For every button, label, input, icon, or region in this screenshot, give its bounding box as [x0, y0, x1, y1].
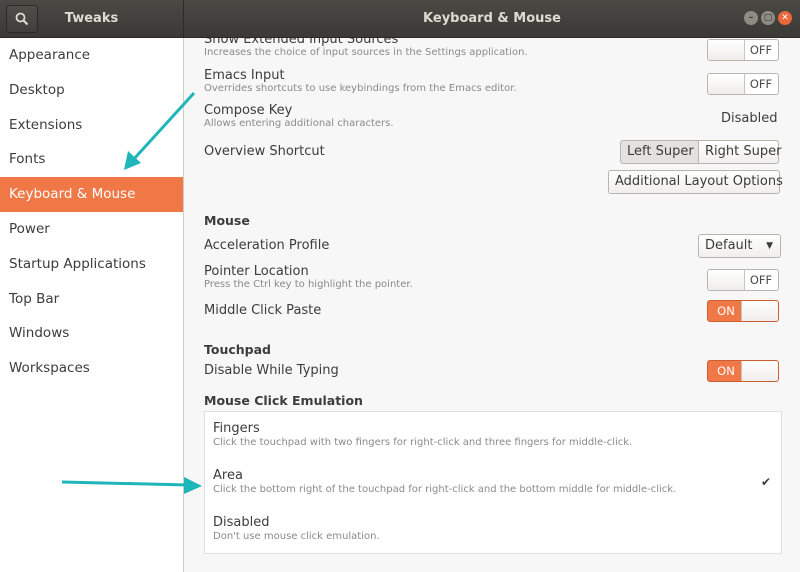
emacs-desc: Overrides shortcuts to use keybindings f…: [204, 83, 517, 94]
switch-knob: [708, 74, 745, 94]
option-title: Disabled: [213, 515, 270, 530]
sidebar-item-workspaces[interactable]: Workspaces: [0, 351, 183, 386]
switch-state: OFF: [749, 273, 773, 287]
switch-state: OFF: [749, 43, 773, 57]
switch-knob: [741, 301, 778, 321]
sidebar-item-keyboard-mouse[interactable]: Keyboard & Mouse: [0, 177, 183, 212]
switch-state: ON: [717, 364, 735, 378]
switch-state: ON: [717, 304, 735, 318]
disable-typing-label: Disable While Typing: [204, 363, 339, 378]
sidebar-item-desktop[interactable]: Desktop: [0, 73, 183, 108]
left-super-button[interactable]: Left Super: [620, 140, 699, 164]
search-button[interactable]: [6, 5, 38, 33]
search-icon: [15, 12, 29, 26]
show-extended-label: Show Extended Input Sources: [204, 38, 399, 47]
switch-knob: [741, 361, 778, 381]
sidebar-item-fonts[interactable]: Fonts: [0, 142, 183, 177]
sidebar-item-appearance[interactable]: Appearance: [0, 38, 183, 73]
pointer-switch[interactable]: OFF: [707, 269, 779, 291]
pointer-label: Pointer Location: [204, 264, 309, 279]
accel-value: Default: [705, 238, 753, 253]
option-desc: Click the bottom right of the touchpad f…: [213, 484, 677, 495]
middle-click-row: Middle Click Paste: [204, 303, 321, 318]
emacs-label: Emacs Input: [204, 68, 285, 83]
disable-typing-row: Disable While Typing: [204, 363, 339, 378]
close-icon[interactable]: ✕: [778, 11, 792, 25]
sidebar-item-windows[interactable]: Windows: [0, 316, 183, 351]
header-bar: Tweaks Keyboard & Mouse – □ ✕: [0, 0, 800, 38]
maximize-icon[interactable]: □: [761, 11, 775, 25]
show-extended-row: Show Extended Input Sources Increases th…: [204, 38, 528, 58]
option-desc: Don't use mouse click emulation.: [213, 531, 380, 542]
window-controls: – □ ✕: [744, 11, 792, 25]
mouse-section-title: Mouse: [204, 213, 250, 228]
compose-desc: Allows entering additional characters.: [204, 118, 394, 129]
emulation-option-disabled[interactable]: Disabled Don't use mouse click emulation…: [213, 515, 380, 542]
right-super-button[interactable]: Right Super: [699, 140, 781, 164]
sidebar-item-extensions[interactable]: Extensions: [0, 108, 183, 143]
mouse-click-emulation-title: Mouse Click Emulation: [204, 393, 363, 408]
accel-label: Acceleration Profile: [204, 238, 330, 253]
option-title: Area: [213, 468, 243, 483]
compose-row: Compose Key Allows entering additional c…: [204, 103, 394, 129]
middle-click-switch[interactable]: ON: [707, 300, 779, 322]
switch-state: OFF: [749, 77, 773, 91]
pointer-row: Pointer Location Press the Ctrl key to h…: [204, 264, 413, 290]
emacs-row: Emacs Input Overrides shortcuts to use k…: [204, 68, 517, 94]
app-title: Tweaks: [64, 11, 119, 26]
option-desc: Click the touchpad with two fingers for …: [213, 437, 633, 448]
sidebar: Appearance Desktop Extensions Fonts Keyb…: [0, 38, 184, 572]
switch-knob: [708, 270, 745, 290]
emulation-option-area[interactable]: Area Click the bottom right of the touch…: [213, 468, 676, 495]
accel-dropdown[interactable]: Default ▼: [698, 234, 781, 258]
pointer-desc: Press the Ctrl key to highlight the poin…: [204, 279, 413, 290]
emulation-option-fingers[interactable]: Fingers Click the touchpad with two fing…: [213, 421, 632, 448]
sidebar-item-top-bar[interactable]: Top Bar: [0, 282, 183, 317]
settings-panel: Show Extended Input Sources Increases th…: [184, 38, 800, 572]
sidebar-item-startup-applications[interactable]: Startup Applications: [0, 247, 183, 282]
click-emulation-list: Fingers Click the touchpad with two fing…: [204, 411, 782, 554]
compose-value[interactable]: Disabled: [721, 111, 777, 126]
accel-row: Acceleration Profile: [204, 238, 329, 253]
option-title: Fingers: [213, 421, 260, 436]
chevron-down-icon: ▼: [766, 241, 773, 251]
additional-layout-button[interactable]: Additional Layout Options: [608, 170, 783, 194]
disable-typing-switch[interactable]: ON: [707, 360, 779, 382]
middle-click-label: Middle Click Paste: [204, 303, 322, 318]
compose-label: Compose Key: [204, 103, 293, 118]
switch-knob: [708, 40, 745, 60]
window-title: Keyboard & Mouse: [423, 11, 561, 26]
minimize-icon[interactable]: –: [744, 11, 758, 25]
overview-row: Overview Shortcut: [204, 144, 325, 159]
show-extended-switch[interactable]: OFF: [707, 39, 779, 61]
show-extended-desc: Increases the choice of input sources in…: [204, 47, 528, 58]
touchpad-section-title: Touchpad: [204, 342, 271, 357]
emacs-switch[interactable]: OFF: [707, 73, 779, 95]
sidebar-item-power[interactable]: Power: [0, 212, 183, 247]
checkmark-icon: ✔: [760, 475, 771, 489]
overview-label: Overview Shortcut: [204, 144, 325, 159]
